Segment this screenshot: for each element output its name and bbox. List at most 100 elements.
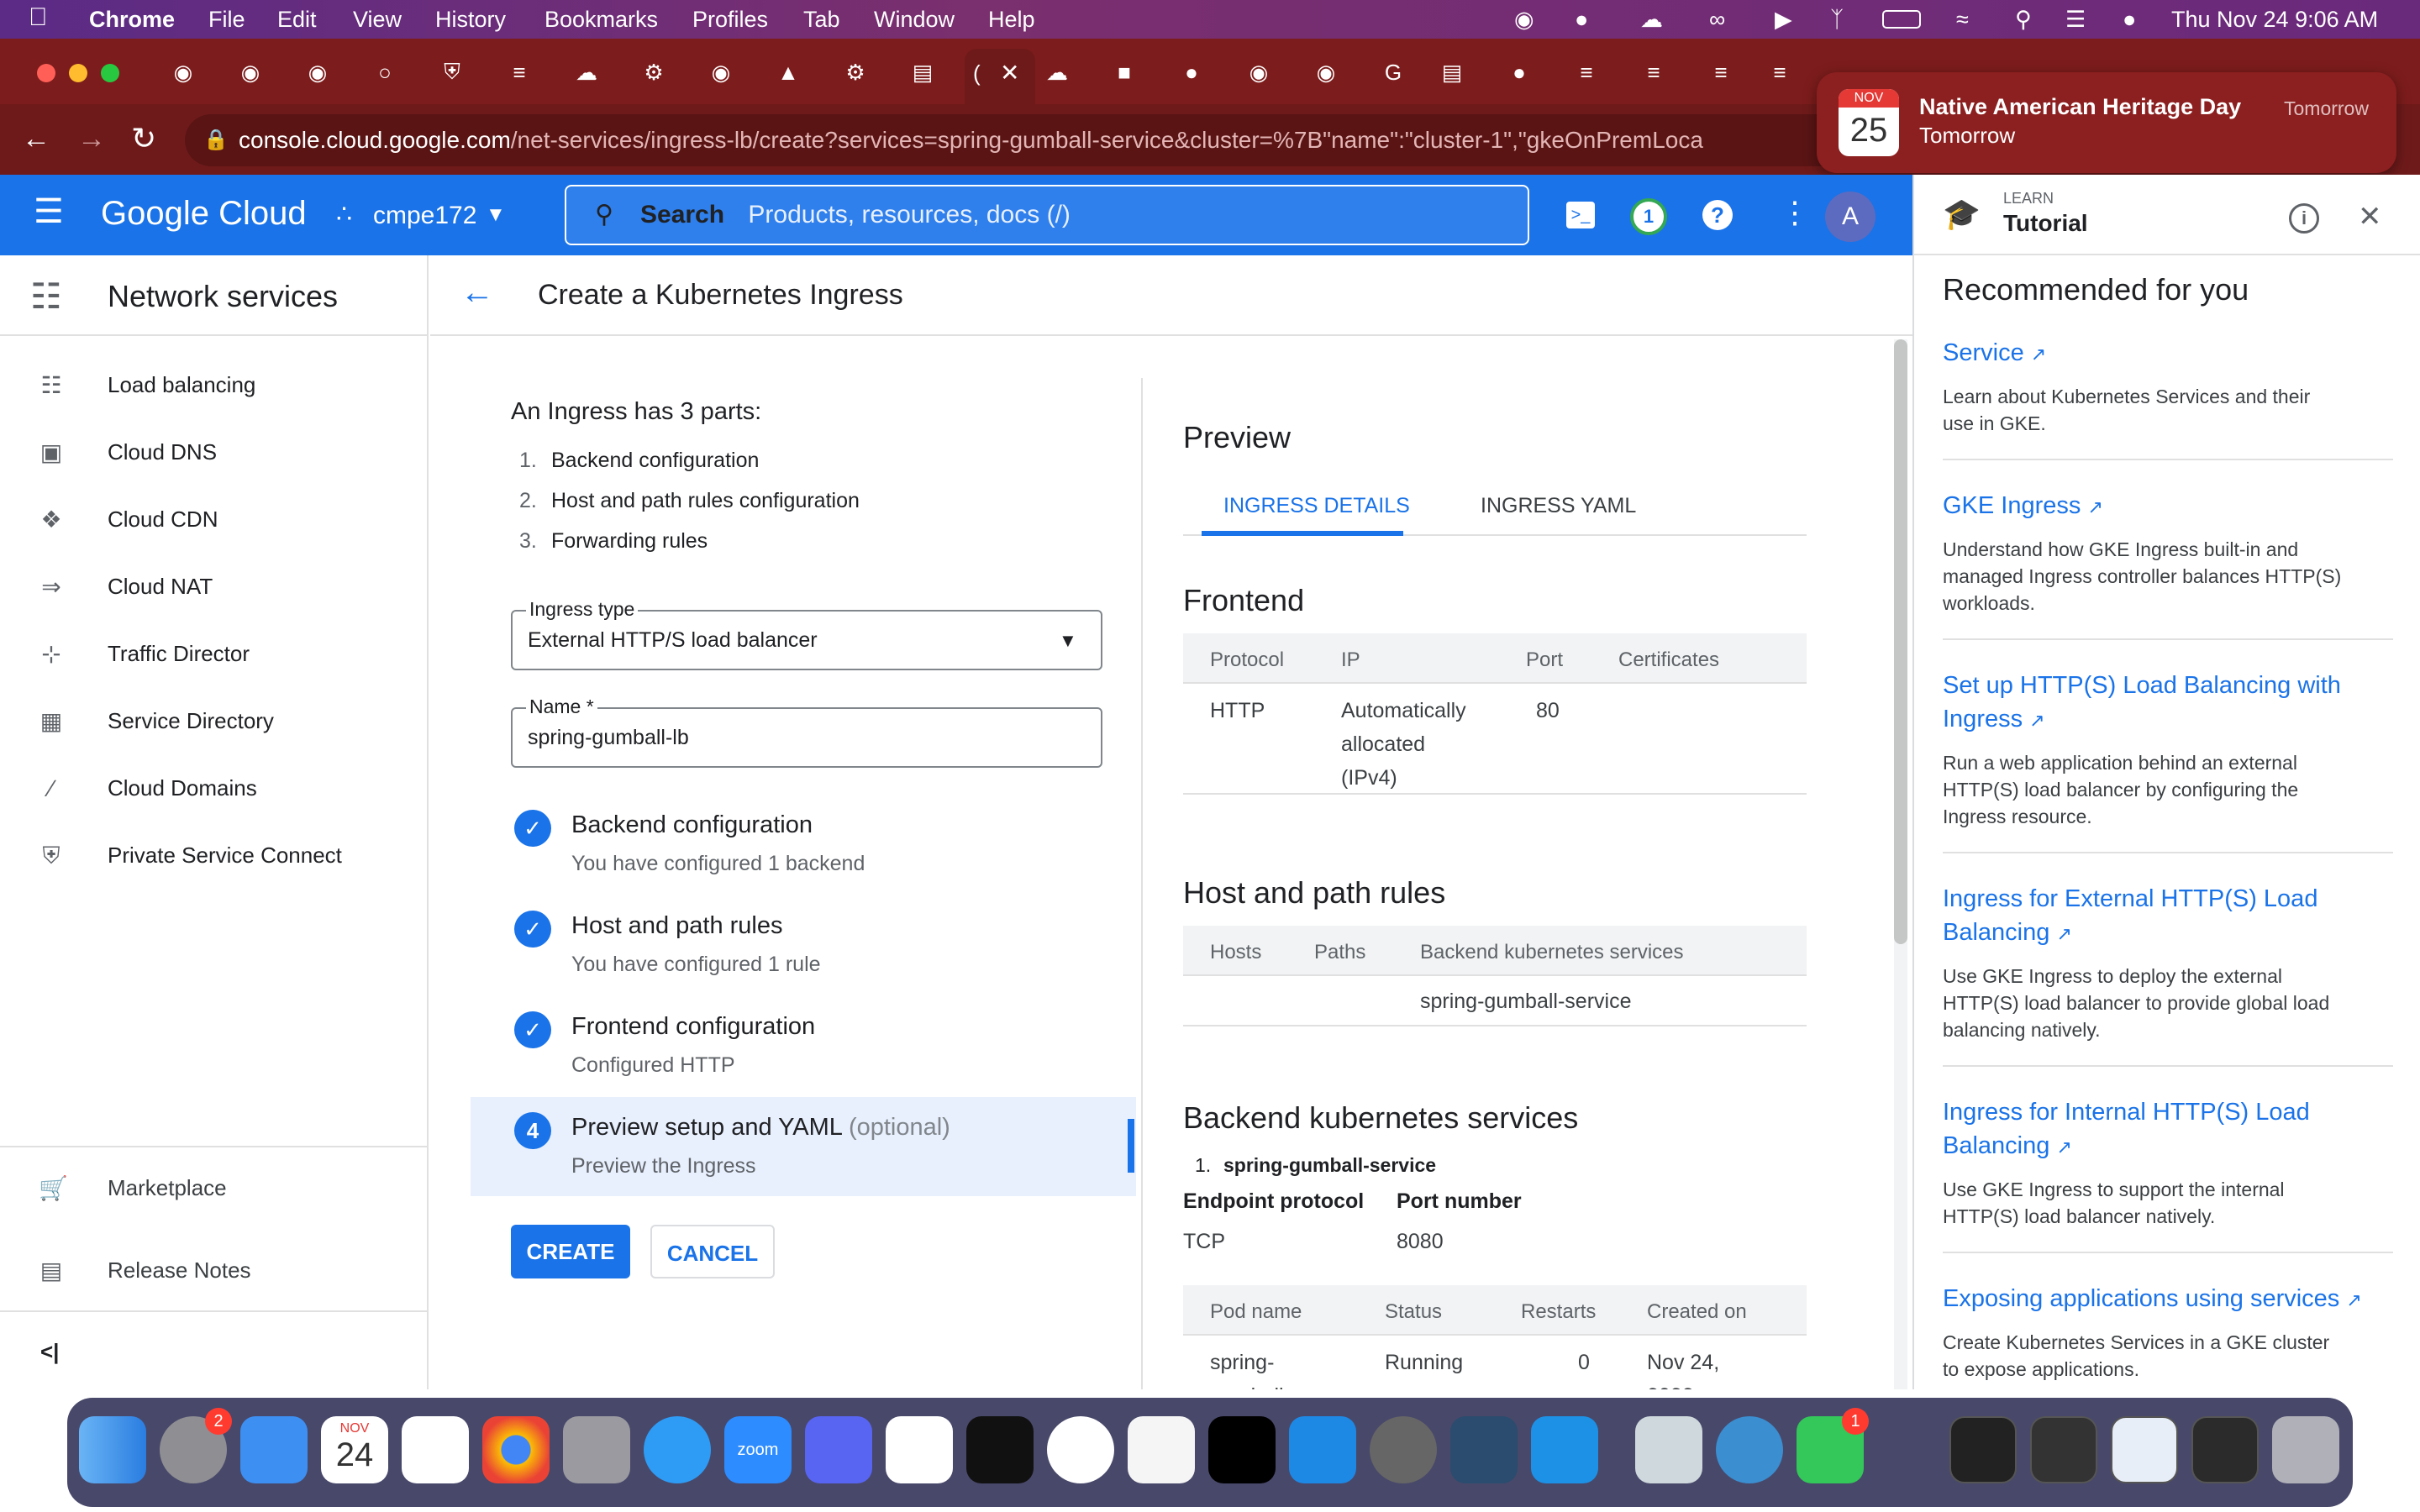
calendar-icon[interactable]: NOV 24 xyxy=(321,1416,388,1483)
tutorial-link-exposing-apps[interactable]: Exposing applications using services ↗ xyxy=(1943,1282,2413,1317)
tutorial-link-service[interactable]: Service ↗ xyxy=(1943,336,2380,371)
step-title[interactable]: Frontend configuration xyxy=(571,1013,815,1041)
chevron-down-icon[interactable]: ▼ xyxy=(486,203,506,227)
slack-icon[interactable] xyxy=(886,1416,953,1483)
docker-icon[interactable] xyxy=(1531,1416,1598,1483)
window-thumbnail[interactable] xyxy=(1949,1416,2017,1483)
vscode-icon[interactable] xyxy=(1289,1416,1356,1483)
tab-shield-icon[interactable]: ⛨ xyxy=(434,54,471,91)
sidebar-item-traffic-director[interactable]: ⊹ Traffic Director xyxy=(0,620,427,687)
tableplus-icon[interactable] xyxy=(1370,1416,1437,1483)
tab-github-icon[interactable]: ◉ xyxy=(299,54,336,91)
facetime-icon[interactable]: 1 xyxy=(1797,1408,1869,1483)
avatar[interactable]: A xyxy=(1825,192,1876,242)
window-close-button[interactable] xyxy=(37,64,55,82)
window-thumbnail[interactable] xyxy=(2030,1416,2097,1483)
menu-edit[interactable]: Edit xyxy=(277,7,317,33)
chrome-icon[interactable] xyxy=(482,1416,550,1483)
tab-github-icon[interactable]: ○ xyxy=(366,54,403,91)
tab-ingress-yaml[interactable]: INGRESS YAML xyxy=(1481,494,1636,518)
tab-cloud-icon[interactable]: ☁ xyxy=(1039,54,1076,91)
tab-github-icon[interactable]: ◉ xyxy=(165,54,202,91)
tab-stackoverflow-icon[interactable]: ≡ xyxy=(1568,54,1605,91)
name-field[interactable]: Name * spring-gumball-lb xyxy=(511,696,1102,768)
back-arrow-icon[interactable]: ← xyxy=(22,123,50,155)
tab-app-icon[interactable]: ■ xyxy=(1106,54,1143,91)
project-selector[interactable]: cmpe172 xyxy=(373,202,476,230)
sidebar-item-cloud-dns[interactable]: ▣ Cloud DNS xyxy=(0,418,427,486)
safari-icon[interactable] xyxy=(644,1416,711,1483)
discord-icon[interactable] xyxy=(805,1416,872,1483)
active-tab[interactable]: ( ✕ xyxy=(965,49,1035,104)
step-title[interactable]: Backend configuration xyxy=(571,811,813,839)
sidebar-item-service-directory[interactable]: ▦ Service Directory xyxy=(0,687,427,754)
play-icon[interactable]: ▶ xyxy=(1775,7,1792,33)
zoom-icon[interactable]: zoom xyxy=(724,1416,792,1483)
scrollbar[interactable] xyxy=(1894,339,1907,1389)
window-zoom-button[interactable] xyxy=(101,64,119,82)
tab-drive-icon[interactable]: ▲ xyxy=(770,54,807,91)
tab-ingress-details[interactable]: INGRESS DETAILS xyxy=(1223,494,1410,518)
sidebar-item-load-balancing[interactable]: ☷ Load balancing xyxy=(0,351,427,418)
cancel-button[interactable]: CANCEL xyxy=(650,1225,775,1278)
finder-icon[interactable] xyxy=(79,1416,146,1483)
address-bar[interactable]: 🔒 console.cloud.google.com/net-services/… xyxy=(185,114,1966,166)
creative-cloud-icon[interactable]: ∞ xyxy=(1709,7,1725,33)
menu-tab[interactable]: Tab xyxy=(803,7,840,33)
step-4-active[interactable] xyxy=(471,1097,1136,1196)
menu-bookmarks[interactable]: Bookmarks xyxy=(544,7,658,33)
window-minimize-button[interactable] xyxy=(69,64,87,82)
tab-stackoverflow-icon[interactable]: ≡ xyxy=(1702,54,1739,91)
tutorial-link-setup-lb[interactable]: Set up HTTP(S) Load Balancing with Ingres… xyxy=(1943,669,2380,738)
intellij-icon[interactable] xyxy=(1208,1416,1276,1483)
menubar-clock[interactable]: Thu Nov 24 9:06 AM xyxy=(2171,7,2378,33)
reminders-icon[interactable] xyxy=(402,1416,469,1483)
grammarly-icon[interactable]: ● xyxy=(1575,7,1588,33)
step-title[interactable]: Host and path rules xyxy=(571,912,782,940)
spotlight-icon[interactable]: ⚲ xyxy=(2015,7,2032,33)
window-thumbnail[interactable] xyxy=(2191,1416,2259,1483)
tab-github-icon[interactable]: ◉ xyxy=(232,54,269,91)
sidebar-item-cloud-domains[interactable]: ∕ Cloud Domains xyxy=(0,754,427,822)
tab-layers-icon[interactable]: ≡ xyxy=(501,54,538,91)
hamburger-menu-icon[interactable]: ☰ xyxy=(34,195,64,228)
tab-github-icon[interactable]: ◉ xyxy=(702,54,739,91)
tab-docs-icon[interactable]: ▤ xyxy=(904,54,941,91)
mysql-workbench-icon[interactable] xyxy=(1450,1416,1518,1483)
menu-help[interactable]: Help xyxy=(988,7,1035,33)
help-icon[interactable]: ? xyxy=(1702,200,1733,230)
sidebar-item-release-notes[interactable]: ▤ Release Notes xyxy=(0,1236,427,1304)
tab-medium-icon[interactable]: ● xyxy=(1173,54,1210,91)
system-preferences-icon[interactable]: 2 xyxy=(160,1408,232,1483)
wifi-icon[interactable]: ≈ xyxy=(1956,7,1969,33)
tab-settings-icon[interactable]: ⚙ xyxy=(837,54,874,91)
info-icon[interactable]: i xyxy=(2289,203,2319,234)
preview-icon[interactable] xyxy=(1635,1416,1702,1483)
menu-file[interactable]: File xyxy=(208,7,245,33)
tab-docker-icon[interactable]: ◉ xyxy=(1307,54,1344,91)
sidebar-item-private-service-connect[interactable]: ⛨ Private Service Connect xyxy=(0,822,427,889)
tab-stackoverflow-icon[interactable]: ≡ xyxy=(1635,54,1672,91)
tutorial-link-gke-ingress[interactable]: GKE Ingress ↗ xyxy=(1943,489,2380,524)
weather-icon[interactable]: ☁ xyxy=(1640,7,1663,33)
tab-stackoverflow-icon[interactable]: ≡ xyxy=(1761,54,1798,91)
bluetooth-icon[interactable]: ᛉ xyxy=(1830,7,1844,33)
menu-window[interactable]: Window xyxy=(874,7,955,33)
google-cloud-logo[interactable]: Google Cloud xyxy=(101,195,307,233)
tab-cloud-icon[interactable]: ☁ xyxy=(568,54,605,91)
trash-icon[interactable] xyxy=(2272,1416,2339,1483)
sequel-icon[interactable] xyxy=(1716,1416,1783,1483)
siri-icon[interactable]: ● xyxy=(2123,7,2136,33)
scrollbar-thumb[interactable] xyxy=(1894,339,1907,944)
menubar-app-name[interactable]: Chrome xyxy=(89,7,175,33)
tab-docs-icon[interactable]: ▤ xyxy=(1434,54,1470,91)
tab-close-icon[interactable]: ✕ xyxy=(1000,59,1019,87)
xcode-icon[interactable] xyxy=(1047,1416,1114,1483)
create-button[interactable]: CREATE xyxy=(511,1225,630,1278)
tutorial-link-internal-lb[interactable]: Ingress for Internal HTTP(S) Load Balanci… xyxy=(1943,1095,2380,1164)
battery-icon[interactable] xyxy=(1882,10,1921,29)
launchpad-icon[interactable] xyxy=(563,1416,630,1483)
menu-view[interactable]: View xyxy=(353,7,402,33)
menu-profiles[interactable]: Profiles xyxy=(692,7,768,33)
sidebar-item-cloud-cdn[interactable]: ❖ Cloud CDN xyxy=(0,486,427,553)
